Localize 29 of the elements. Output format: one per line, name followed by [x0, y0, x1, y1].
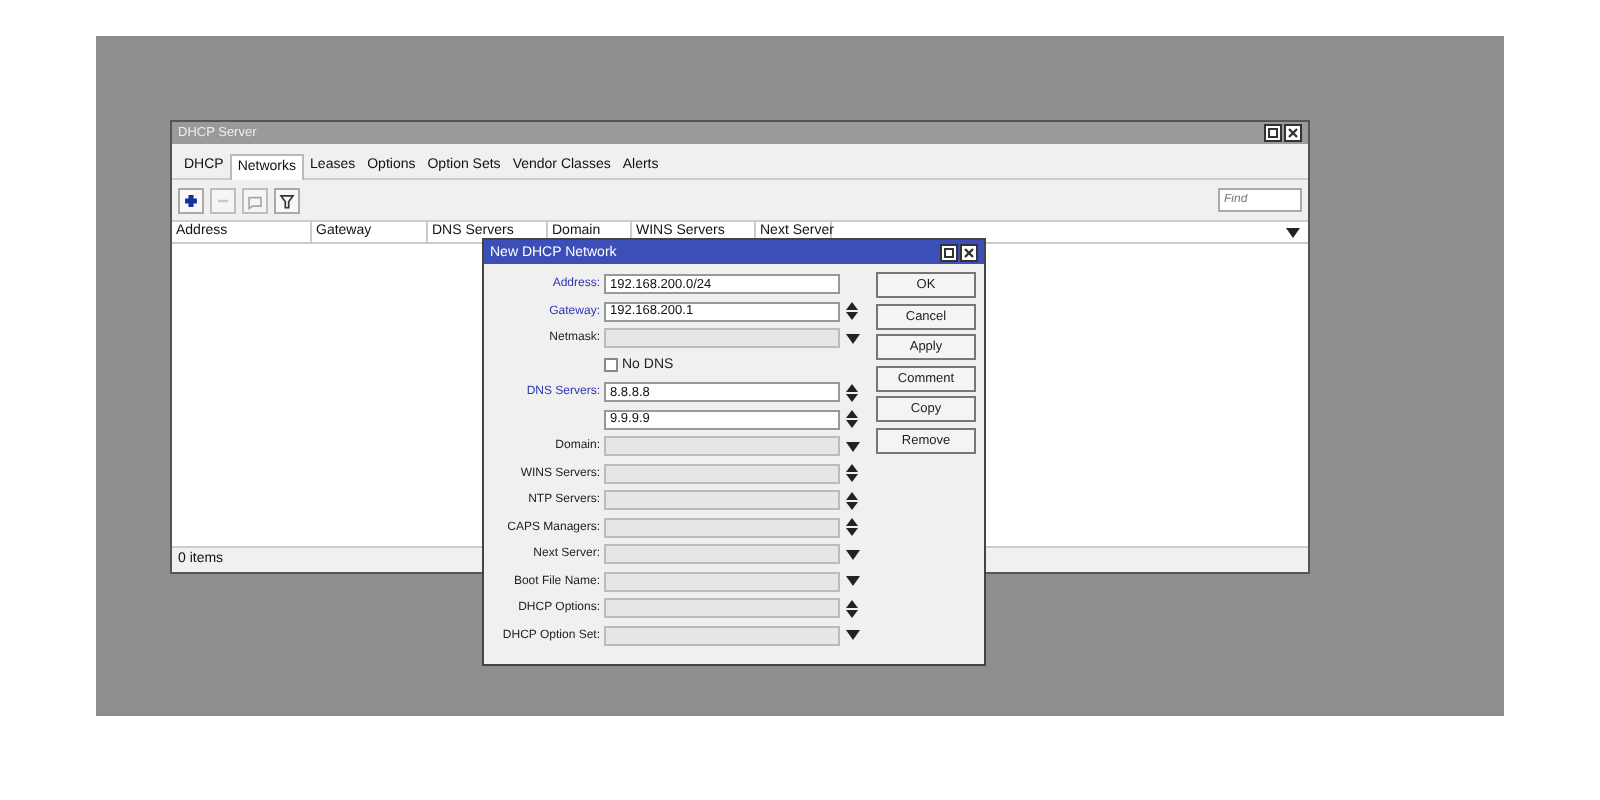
- plus-icon: [180, 189, 202, 211]
- restore-icon[interactable]: [940, 243, 958, 261]
- close-icon[interactable]: [1284, 124, 1302, 142]
- input-field[interactable]: [604, 436, 840, 456]
- restore-icon[interactable]: [1264, 124, 1282, 142]
- spinner-icon[interactable]: [846, 383, 858, 401]
- dropdown-icon[interactable]: [1286, 227, 1300, 237]
- input-field[interactable]: [604, 328, 840, 348]
- dropdown-icon[interactable]: [845, 441, 859, 451]
- input-field[interactable]: [604, 517, 840, 537]
- close-icon[interactable]: [960, 243, 978, 261]
- toolbar-button[interactable]: [178, 187, 204, 213]
- spinner-icon[interactable]: [846, 302, 858, 320]
- input-field[interactable]: [604, 544, 840, 564]
- input-field[interactable]: [604, 625, 840, 645]
- spinner-icon[interactable]: [846, 491, 858, 509]
- spinner-icon[interactable]: [846, 410, 858, 428]
- spinner-icon[interactable]: [846, 464, 858, 482]
- input-field[interactable]: [604, 571, 840, 591]
- input-field[interactable]: [604, 490, 840, 510]
- toolbar-button[interactable]: [274, 187, 300, 213]
- input-field[interactable]: [604, 598, 840, 618]
- spinner-icon[interactable]: [846, 518, 858, 536]
- filter-icon: [276, 189, 298, 211]
- checkbox[interactable]: [604, 358, 618, 372]
- dropdown-icon[interactable]: [845, 333, 859, 343]
- input-field[interactable]: [604, 463, 840, 483]
- dropdown-icon[interactable]: [845, 630, 859, 640]
- spinner-icon[interactable]: [846, 599, 858, 617]
